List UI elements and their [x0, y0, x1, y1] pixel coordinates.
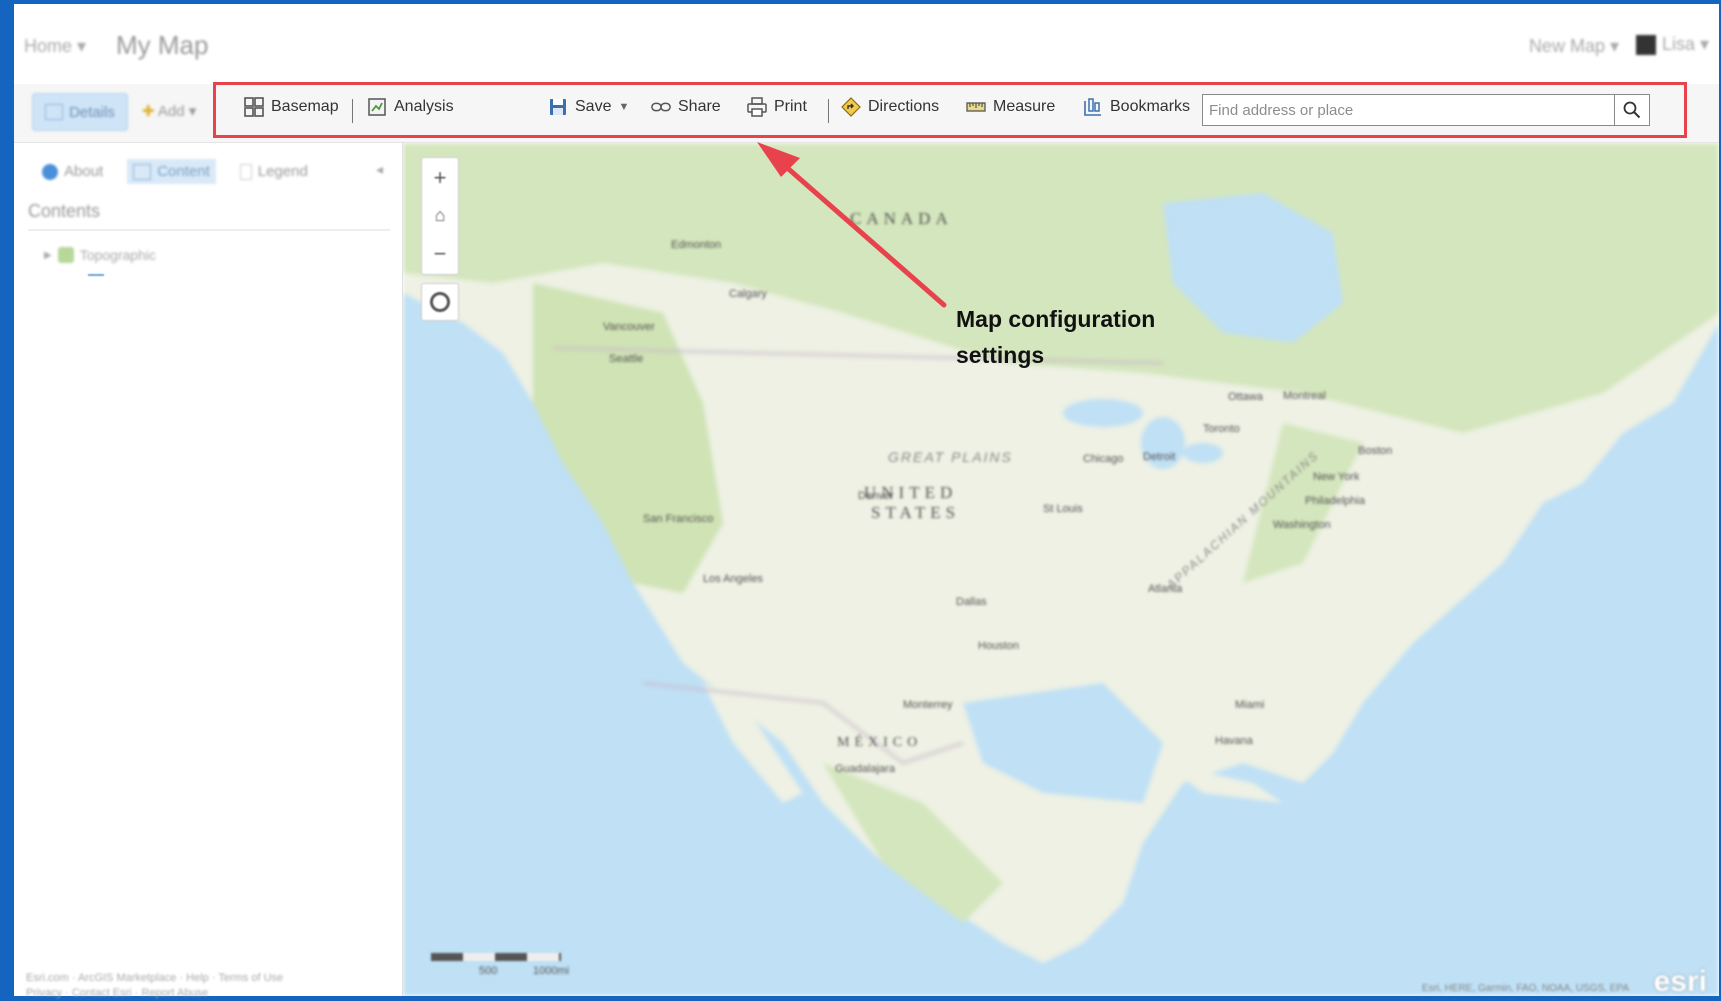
sidebar-tabs: About Content Legend — [36, 159, 314, 184]
city-label: Dallas — [956, 596, 987, 608]
annotation-callout: Map configuration settings — [956, 301, 1155, 373]
user-menu[interactable]: Lisa ▾ — [1635, 34, 1709, 55]
toolbar-highlight-box — [213, 82, 1687, 138]
scale-label: 1000mi — [533, 965, 570, 977]
city-label: Chicago — [1083, 453, 1124, 465]
legend-icon — [239, 163, 252, 180]
scale-bar — [431, 953, 561, 961]
city-label: Toronto — [1203, 423, 1240, 435]
info-icon — [42, 163, 58, 180]
collapse-panel-icon[interactable]: ◂ — [376, 161, 383, 178]
label-great-plains: GREAT PLAINS — [888, 449, 1013, 465]
esri-logo: esri — [1653, 965, 1707, 996]
tab-content[interactable]: Content — [127, 159, 216, 184]
content-icon — [133, 163, 152, 180]
layer-icon — [57, 247, 74, 263]
city-label: San Francisco — [643, 513, 714, 525]
add-button[interactable]: ✚ Add ▾ — [142, 102, 196, 120]
zoom-out-button[interactable]: − — [434, 241, 447, 267]
basemap-image — [403, 143, 1719, 996]
details-icon — [45, 104, 64, 120]
label-canada: CANADA — [850, 209, 953, 228]
zoom-controls: + ⌂ − — [421, 157, 459, 275]
details-label: Details — [69, 103, 115, 121]
city-label: St Louis — [1043, 503, 1083, 515]
city-label: Vancouver — [603, 321, 655, 333]
city-label: Detroit — [1143, 451, 1176, 463]
city-label: Atlanta — [1148, 583, 1183, 595]
map-view[interactable]: CANADA UNITED STATES MÉXICO GREAT PLAINS… — [403, 143, 1719, 996]
locate-icon — [430, 292, 450, 312]
city-label: Monterrey — [903, 699, 953, 711]
add-label: Add ▾ — [157, 103, 197, 120]
city-label: Houston — [978, 640, 1019, 652]
city-label: Havana — [1215, 735, 1253, 747]
city-label: Calgary — [729, 288, 767, 300]
city-label: Los Angeles — [703, 573, 763, 585]
zoom-in-button[interactable]: + — [434, 165, 447, 191]
tab-about-label: About — [64, 163, 104, 180]
city-label: Boston — [1358, 445, 1393, 457]
callout-line-2: settings — [956, 342, 1045, 368]
city-label: Edmonton — [671, 239, 722, 251]
layer-underline — [88, 274, 104, 276]
locate-button[interactable] — [421, 283, 459, 321]
tab-content-label: Content — [157, 163, 210, 180]
layer-name: Topographic — [79, 247, 156, 263]
home-menu[interactable]: Home ▾ — [24, 36, 86, 57]
footer-links-2[interactable]: Privacy · Contact Esri · Report Abuse — [26, 986, 283, 1001]
city-label: Denver — [858, 490, 894, 502]
city-label: Philadelphia — [1305, 495, 1365, 507]
city-label: Seattle — [609, 353, 644, 365]
city-label: Montreal — [1283, 390, 1326, 402]
layer-item[interactable]: ▶ Topographic — [44, 247, 156, 263]
sidebar-panel: About Content Legend ◂ Contents ▶ Topogr… — [14, 143, 403, 999]
label-states: STATES — [871, 503, 961, 522]
tab-legend[interactable]: Legend — [234, 159, 314, 184]
city-label: Miami — [1235, 699, 1265, 711]
map-attribution: Esri, HERE, Garmin, FAO, NOAA, USGS, EPA — [1421, 983, 1629, 994]
divider — [28, 229, 390, 231]
avatar — [1635, 34, 1656, 55]
scale-label: 500 — [479, 965, 498, 977]
tab-about[interactable]: About — [36, 159, 109, 184]
home-extent-icon[interactable]: ⌂ — [435, 205, 446, 226]
details-button[interactable]: Details — [32, 93, 128, 131]
user-name: Lisa ▾ — [1661, 34, 1709, 54]
city-label: Washington — [1273, 519, 1331, 531]
new-map-menu[interactable]: New Map ▾ — [1529, 36, 1619, 57]
tab-legend-label: Legend — [257, 163, 308, 180]
callout-line-1: Map configuration — [956, 306, 1156, 332]
city-label: Guadalajara — [835, 763, 895, 775]
contents-heading: Contents — [28, 201, 101, 221]
add-icon: ✚ — [142, 103, 155, 120]
label-mexico: MÉXICO — [837, 735, 923, 750]
map-title: My Map — [116, 30, 209, 60]
city-label: New York — [1313, 471, 1360, 483]
sidebar-footer: Esri.com · ArcGIS Marketplace · Help · T… — [26, 971, 283, 1001]
expand-icon[interactable]: ▶ — [44, 250, 52, 261]
top-navigation: Home ▾ My Map New Map ▾ Lisa ▾ — [14, 4, 1719, 84]
city-label: Ottawa — [1228, 391, 1263, 403]
footer-links-1[interactable]: Esri.com · ArcGIS Marketplace · Help · T… — [26, 971, 283, 986]
